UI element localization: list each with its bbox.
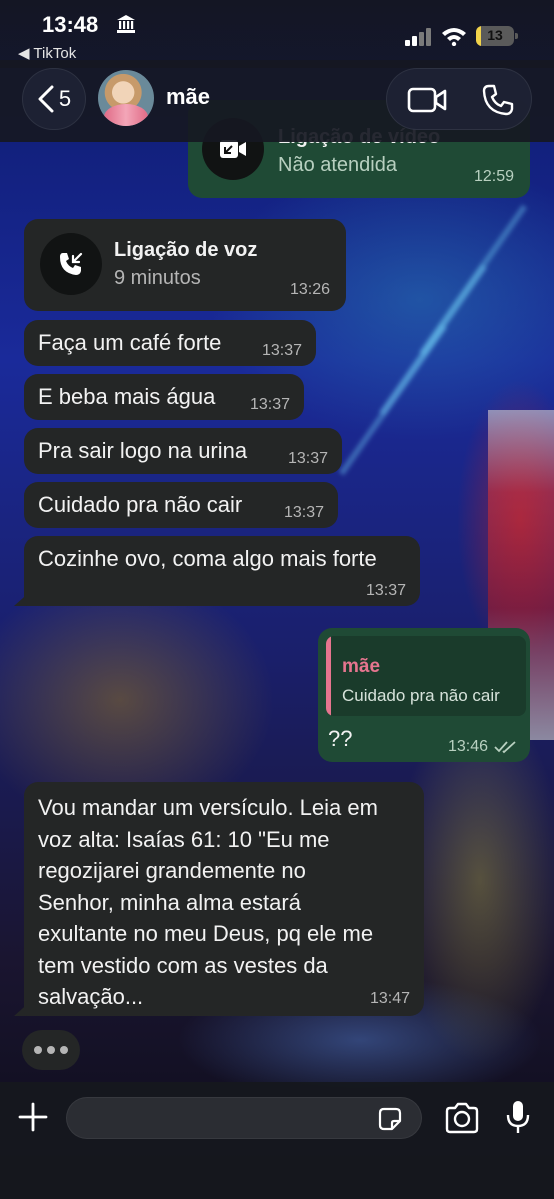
message-time: 13:46: [447, 738, 488, 755]
battery-percent: 13: [487, 27, 503, 43]
verse-line: salvação...: [38, 984, 144, 1009]
verse-message-bubble[interactable]: Vou mandar um versículo. Leia em voz alt…: [24, 782, 424, 1016]
call-status: Não atendida: [278, 154, 397, 176]
status-bar: 13:48 ◀ TikTok 13: [0, 0, 554, 68]
incoming-call-icon: [60, 252, 83, 275]
video-call-icon[interactable]: [407, 85, 447, 115]
message-bubble[interactable]: E beba mais água 13:37: [24, 374, 304, 420]
sticker-icon[interactable]: [376, 1105, 404, 1133]
message-bubble[interactable]: Faça um café forte 13:37: [24, 320, 316, 366]
chat-header: 5 mãe: [0, 60, 554, 142]
message-time: 13:47: [369, 990, 410, 1007]
wifi-icon: [442, 28, 466, 46]
message-bubble[interactable]: Pra sair logo na urina 13:37: [24, 428, 342, 474]
message-time: 13:37: [365, 582, 406, 599]
message-text: Cozinhe ovo, coma algo mais forte: [38, 546, 377, 571]
cellular-signal-icon: [405, 28, 431, 46]
chevron-left-icon: [38, 85, 54, 113]
microphone-icon[interactable]: [504, 1099, 532, 1135]
read-receipt-icon: [494, 741, 516, 754]
stage-light-beam: [338, 324, 448, 476]
call-title: Ligação de voz: [114, 239, 258, 261]
battery-indicator: 13: [476, 26, 518, 46]
voice-call-badge: [40, 233, 102, 295]
reply-message-bubble[interactable]: mãe Cuidado pra não cair ?? 13:46: [318, 628, 530, 762]
message-text: ??: [328, 726, 353, 751]
unread-count: 5: [58, 86, 72, 111]
message-text: E beba mais água: [38, 384, 216, 409]
message-time: 12:59: [473, 168, 514, 185]
message-input-bar: [0, 1082, 554, 1199]
camera-icon[interactable]: [444, 1101, 480, 1135]
message-text: Faça um café forte: [38, 330, 222, 355]
message-input[interactable]: [66, 1097, 422, 1139]
call-actions: [386, 68, 532, 130]
message-time: 13:37: [249, 396, 290, 413]
quoted-sender: mãe: [342, 656, 381, 677]
status-time: 13:48: [42, 12, 99, 37]
verse-line: regozijarei grandemente no: [38, 858, 306, 883]
message-time: 13:26: [289, 281, 330, 298]
message-time: 13:37: [283, 504, 324, 521]
verse-line: Senhor, minha alma estará: [38, 889, 301, 915]
message-text: Pra sair logo na urina: [38, 438, 248, 463]
message-time: 13:37: [261, 342, 302, 359]
quoted-text: Cuidado pra não cair: [342, 686, 500, 705]
typing-indicator: [22, 1030, 80, 1070]
voice-call-bubble[interactable]: Ligação de voz 9 minutos 13:26: [24, 219, 346, 311]
message-text: Cuidado pra não cair: [38, 492, 243, 517]
back-button[interactable]: 5: [22, 68, 86, 130]
verse-line: exultante no meu Deus, pq ele me: [38, 921, 374, 946]
message-bubble[interactable]: Cozinhe ovo, coma algo mais forte 13:37: [24, 536, 420, 606]
call-duration: 9 minutos: [114, 267, 201, 289]
phone-call-icon[interactable]: [481, 83, 515, 117]
contact-name[interactable]: mãe: [166, 84, 210, 110]
verse-line: tem vestido com as vestes da: [38, 952, 328, 978]
quoted-message[interactable]: mãe Cuidado pra não cair: [326, 636, 526, 716]
quote-accent-bar: [326, 636, 331, 716]
message-time: 13:37: [287, 450, 328, 467]
verse-line: Vou mandar um versículo. Leia em: [38, 795, 378, 820]
contact-avatar[interactable]: [98, 70, 154, 126]
message-bubble[interactable]: Cuidado pra não cair 13:37: [24, 482, 338, 528]
verse-line: voz alta: Isaías 61: 10 "Eu me: [38, 826, 330, 852]
message-text: Vou mandar um versículo. Leia em voz alt…: [38, 792, 378, 1013]
plus-icon[interactable]: [18, 1102, 48, 1132]
bank-icon: [117, 15, 135, 33]
